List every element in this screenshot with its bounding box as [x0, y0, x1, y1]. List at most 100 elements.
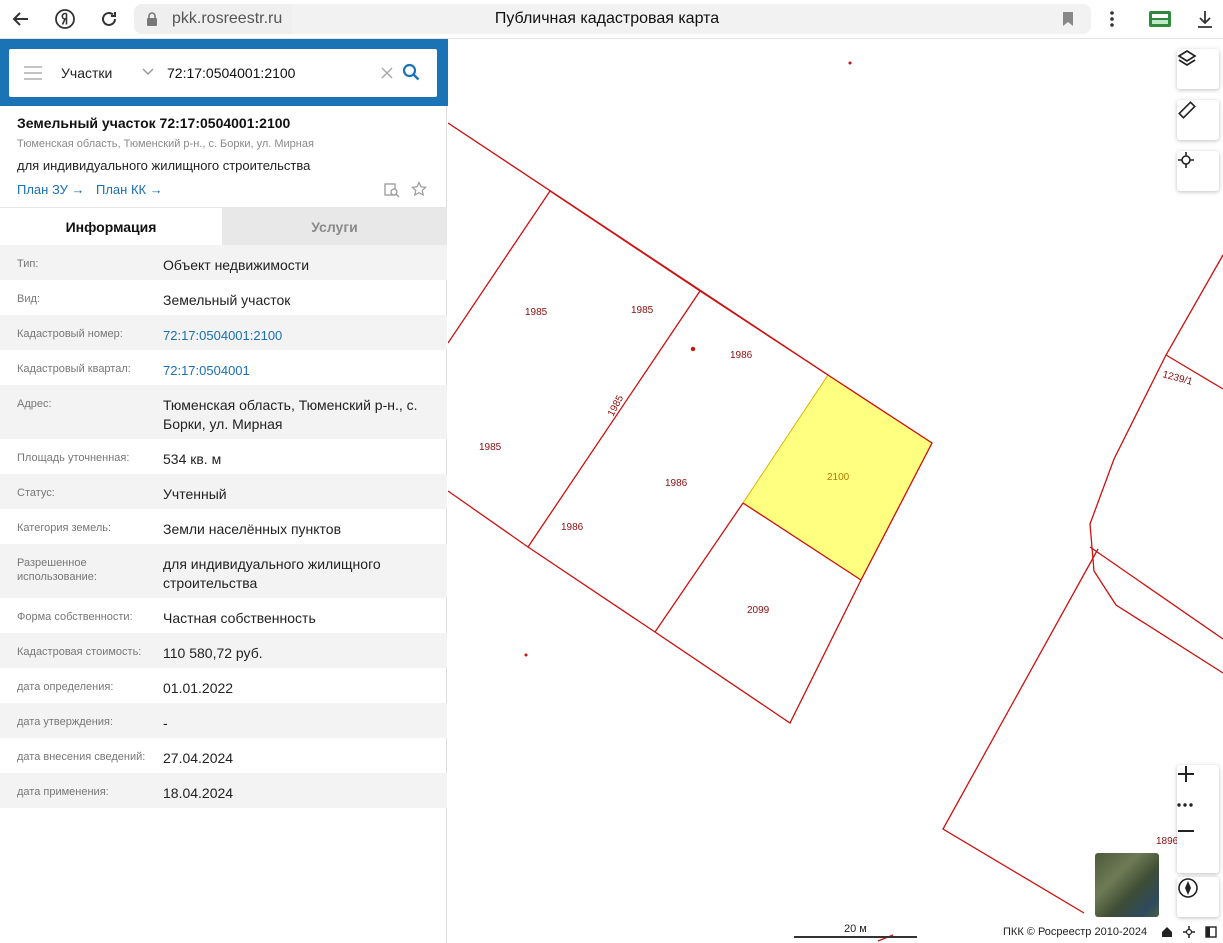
info-row-type: Тип: Объект недвижимости	[0, 245, 447, 280]
info-value: 18.04.2024	[163, 785, 234, 801]
compass-button[interactable]	[1177, 877, 1219, 917]
more-dots-icon	[1177, 803, 1193, 807]
info-value: 110 580,72 руб.	[163, 645, 263, 661]
info-label: Площадь уточненная:	[17, 452, 130, 464]
info-value: Земельный участок	[163, 292, 291, 308]
plan-kk-link[interactable]: План КК →	[96, 182, 163, 197]
info-row-date-applied: дата применения: 18.04.2024	[0, 773, 447, 808]
plus-icon	[1178, 766, 1194, 782]
scale-bar	[794, 934, 917, 938]
info-row-ownership: Форма собственности: Частная собственнос…	[0, 598, 447, 633]
zoom-controls	[1177, 765, 1219, 873]
info-row-date-approved: дата утверждения: -	[0, 703, 447, 738]
point-marker	[690, 346, 696, 352]
parcel-label: 1986	[561, 522, 584, 533]
download-icon[interactable]	[1192, 6, 1218, 32]
basemap-switcher[interactable]	[1095, 853, 1159, 917]
info-value: 27.04.2024	[163, 750, 234, 766]
zoom-in-button[interactable]	[1177, 765, 1219, 803]
hamburger-icon[interactable]	[24, 66, 42, 85]
info-label: Форма собственности:	[17, 611, 133, 623]
info-value: 534 кв. м	[163, 451, 222, 467]
search-on-map-icon[interactable]	[384, 182, 400, 203]
measure-button[interactable]	[1177, 100, 1219, 140]
zoom-more-button[interactable]	[1177, 803, 1219, 829]
info-row-cadastral-value: Кадастровая стоимость: 110 580,72 руб.	[0, 633, 447, 668]
layers-button[interactable]	[1177, 49, 1219, 89]
tab-services[interactable]: Услуги	[222, 208, 447, 246]
search-input[interactable]: 72:17:0504001:2100	[167, 65, 295, 81]
cadastral-quarter-link[interactable]: 72:17:0504001	[163, 361, 438, 380]
chevron-down-icon[interactable]	[142, 64, 154, 82]
info-label: дата определения:	[17, 681, 114, 693]
bookmark-icon[interactable]	[1055, 6, 1081, 32]
point-marker	[524, 653, 528, 657]
star-icon[interactable]	[411, 181, 427, 202]
parcel-layer[interactable]: 1985 1985 1985 1985 1986 1986 1986 2100 …	[448, 39, 1223, 943]
object-use: для индивидуального жилищного строительс…	[17, 158, 311, 173]
parcel-label: 1986	[730, 350, 753, 361]
info-label: Кадастровый номер:	[17, 328, 123, 340]
zoom-out-button[interactable]	[1177, 829, 1219, 869]
info-label: Разрешенное использование:	[17, 557, 97, 583]
info-label: дата внесения сведений:	[17, 751, 146, 763]
info-value: Объект недвижимости	[163, 257, 310, 273]
search-icon[interactable]	[402, 63, 420, 86]
search-box[interactable]: Участки 72:17:0504001:2100	[9, 49, 437, 97]
menu-dots-icon[interactable]	[1099, 6, 1125, 32]
info-value: Учтенный	[163, 486, 227, 502]
parcel-label: 2100	[827, 472, 850, 483]
search-header: Участки 72:17:0504001:2100	[0, 39, 463, 106]
info-label: Вид:	[17, 293, 40, 305]
locate-button[interactable]	[1177, 151, 1219, 191]
parcel-label: 2099	[747, 605, 770, 616]
tab-information[interactable]: Информация	[0, 208, 222, 246]
info-row-cadastral-quarter: Кадастровый квартал: 72:17:0504001	[0, 350, 447, 385]
info-label: дата применения:	[17, 786, 109, 798]
info-row-land-category: Категория земель: Земли населённых пункт…	[0, 509, 447, 544]
info-table: Тип: Объект недвижимости Вид: Земельный …	[0, 245, 447, 808]
copyright-text: ПКК © Росреестр 2010-2024	[1003, 926, 1148, 938]
clear-icon[interactable]	[381, 66, 393, 84]
info-row-area: Площадь уточненная: 534 кв. м	[0, 439, 447, 474]
info-label: Категория земель:	[17, 522, 112, 534]
info-label: Кадастровая стоимость:	[17, 646, 142, 658]
info-tabs: Информация Услуги	[0, 207, 447, 246]
info-value: 01.01.2022	[163, 680, 234, 696]
info-label: дата утверждения:	[17, 716, 114, 728]
parcel-label: 1239/1	[1161, 369, 1194, 388]
info-row-permitted-use: Разрешенное использование: для индивидуа…	[0, 544, 447, 598]
info-value: Земли населённых пунктов	[163, 521, 342, 537]
info-label: Статус:	[17, 487, 55, 499]
cadastral-map[interactable]: 1985 1985 1985 1985 1986 1986 1986 2100 …	[448, 39, 1223, 943]
info-row-kind: Вид: Земельный участок	[0, 280, 447, 315]
reload-icon[interactable]	[96, 6, 122, 32]
boundary-line	[448, 190, 701, 548]
boundary-line	[1089, 254, 1223, 674]
crosshair-icon	[1178, 152, 1194, 168]
parcel-label: 1896	[1156, 836, 1179, 847]
category-select[interactable]: Участки	[61, 65, 112, 81]
info-label: Адрес:	[17, 398, 52, 410]
info-value: -	[163, 715, 168, 731]
extension-icon[interactable]	[1147, 6, 1173, 32]
info-row-date-entered: дата внесения сведений: 27.04.2024	[0, 738, 447, 773]
browser-toolbar: pkk.rosreestr.ru Публичная кадастровая к…	[0, 0, 1223, 39]
object-title: Земельный участок 72:17:0504001:2100	[17, 115, 291, 131]
boundary-line	[699, 290, 829, 376]
back-icon[interactable]	[8, 6, 34, 32]
info-value: для индивидуального жилищного строительс…	[163, 556, 381, 591]
compass-icon	[1178, 878, 1198, 898]
boundary-line	[1089, 546, 1223, 640]
plan-zu-link[interactable]: План ЗУ →	[17, 182, 85, 197]
url-text[interactable]: pkk.rosreestr.ru	[172, 10, 282, 28]
cadastral-number-link[interactable]: 72:17:0504001:2100	[163, 326, 438, 345]
parcel-label: 1985	[479, 442, 502, 453]
minus-icon	[1178, 830, 1194, 832]
yandex-icon[interactable]	[52, 6, 78, 32]
ruler-icon	[1178, 101, 1196, 119]
parcel-label: 1985	[631, 305, 654, 316]
parcel-label: 1985	[525, 307, 548, 318]
boundary-line	[942, 548, 1099, 914]
page-title: Публичная кадастровая карта	[494, 10, 720, 27]
